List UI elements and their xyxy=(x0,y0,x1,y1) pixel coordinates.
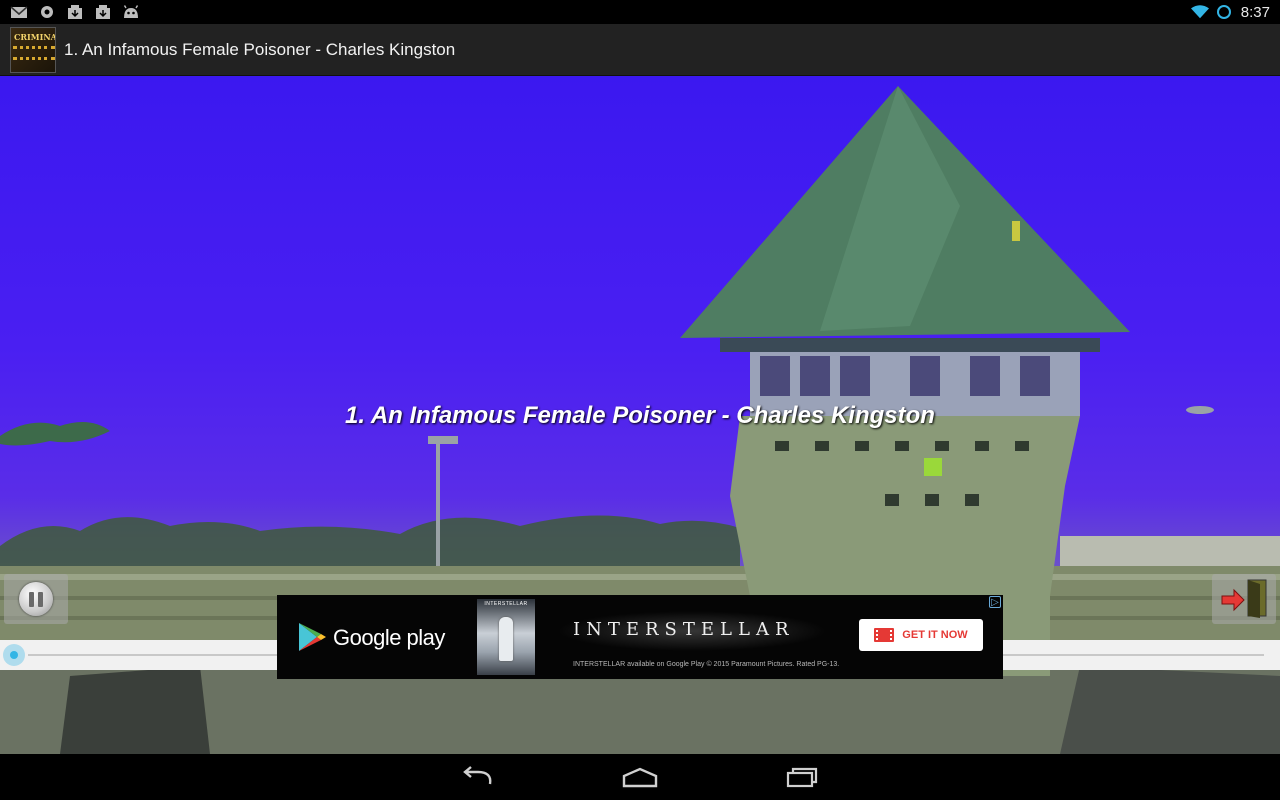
settings-icon xyxy=(41,6,53,18)
poster-title: INTERSTELLAR xyxy=(484,601,528,607)
status-bar: 8:37 xyxy=(0,0,1280,24)
google-play-icon xyxy=(299,623,326,651)
action-bar: CRIMINAL 1. An Infamous Female Poisoner … xyxy=(0,24,1280,76)
home-icon xyxy=(622,767,658,788)
system-status: 8:37 xyxy=(1190,3,1270,21)
app-screen: 8:37 CRIMINAL 1. An Infamous Female Pois… xyxy=(0,0,1280,800)
back-button[interactable] xyxy=(448,762,508,792)
pause-icon xyxy=(19,582,53,616)
ad-fine-print: INTERSTELLAR available on Google Play © … xyxy=(573,661,840,668)
ad-banner[interactable]: Google play INTERSTELLAR INTERSTELLAR IN… xyxy=(277,595,1003,679)
navigation-bar xyxy=(0,754,1280,800)
app-update-icon xyxy=(68,5,82,19)
recent-apps-button[interactable] xyxy=(772,762,832,792)
seek-thumb[interactable] xyxy=(3,644,25,666)
gmail-icon xyxy=(10,6,28,18)
recent-apps-icon xyxy=(786,767,818,788)
astronaut-figure xyxy=(499,617,513,661)
android-icon xyxy=(123,5,139,18)
app-update-icon xyxy=(96,5,110,19)
adchoices-icon[interactable]: ▷ xyxy=(989,596,1001,608)
home-button[interactable] xyxy=(610,762,670,792)
chain-graphic xyxy=(13,45,55,60)
exit-door-icon xyxy=(1221,579,1267,618)
back-icon xyxy=(463,766,492,785)
notification-icons xyxy=(10,4,140,20)
cta-label: GET IT NOW xyxy=(902,629,968,641)
app-logo[interactable]: CRIMINAL xyxy=(10,26,56,73)
movie-title: INTERSTELLAR xyxy=(573,619,795,640)
sync-icon xyxy=(1216,5,1231,19)
wifi-icon xyxy=(1190,5,1209,19)
clock: 8:37 xyxy=(1240,3,1270,21)
track-title: 1. An Infamous Female Poisoner - Charles… xyxy=(345,402,935,429)
film-icon xyxy=(874,628,895,642)
exit-button[interactable] xyxy=(1212,574,1276,624)
get-it-now-button[interactable]: GET IT NOW xyxy=(859,619,983,651)
pause-button[interactable] xyxy=(4,574,68,624)
page-title: 1. An Infamous Female Poisoner - Charles… xyxy=(64,39,456,59)
movie-poster: INTERSTELLAR xyxy=(477,599,535,675)
store-label: Google play xyxy=(333,625,445,650)
app-logo-text: CRIMINAL xyxy=(14,31,55,42)
